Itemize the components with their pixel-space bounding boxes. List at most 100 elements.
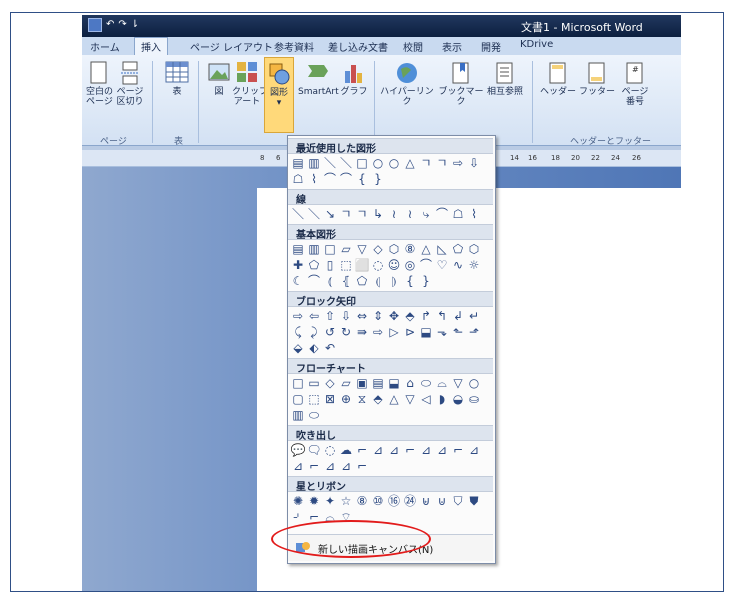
shape-icon[interactable]: ✹ (306, 493, 322, 509)
shape-icon[interactable]: ↘ (322, 206, 338, 222)
shape-icon[interactable]: ○ (370, 155, 386, 171)
shape-icon[interactable]: ⬭ (418, 375, 434, 391)
shape-icon[interactable]: ⌓ (322, 509, 338, 525)
shape-icon[interactable]: ↳ (370, 206, 386, 222)
save-icon[interactable] (88, 18, 102, 32)
shape-icon[interactable]: ☾ (290, 273, 306, 289)
shape-icon[interactable]: ○ (466, 375, 482, 391)
shape-icon[interactable]: ◌ (370, 257, 386, 273)
shape-icon[interactable]: ⬓ (386, 375, 402, 391)
shape-icon[interactable]: ⦈ (386, 273, 402, 289)
shape-icon[interactable]: ⇧ (322, 308, 338, 324)
shape-icon[interactable]: ⬠ (450, 241, 466, 257)
shape-icon[interactable]: ▣ (354, 375, 370, 391)
shape-icon[interactable]: ∿ (450, 257, 466, 273)
shape-icon[interactable]: ▢ (290, 391, 306, 407)
shape-icon[interactable]: ▱ (338, 375, 354, 391)
shape-icon[interactable]: ⌔ (338, 509, 354, 525)
shape-icon[interactable]: ▽ (354, 241, 370, 257)
shapes-button[interactable]: 図形 ▾ (264, 57, 294, 133)
clipart-button[interactable]: クリップ アート (232, 61, 268, 107)
shape-icon[interactable]: △ (402, 155, 418, 171)
shape-icon[interactable]: { (354, 171, 370, 187)
shape-icon[interactable]: ✥ (386, 308, 402, 324)
shape-icon[interactable]: ⇨ (370, 324, 386, 340)
shape-icon[interactable]: ♡ (434, 257, 450, 273)
shape-icon[interactable]: ⌏ (290, 509, 306, 525)
shape-icon[interactable]: ⇛ (354, 324, 370, 340)
shape-icon[interactable]: ⬓ (418, 324, 434, 340)
page-break-button[interactable]: ページ 区切り (116, 61, 144, 107)
shape-icon[interactable]: ⬭ (306, 407, 322, 423)
shape-icon[interactable]: ⊌ (418, 493, 434, 509)
shape-icon[interactable]: ㄱ (338, 206, 354, 222)
shape-icon[interactable]: ○ (386, 155, 402, 171)
shape-icon[interactable]: ▥ (306, 155, 322, 171)
shape-icon[interactable]: ⦅ (322, 273, 338, 289)
shape-icon[interactable]: ☆ (338, 493, 354, 509)
shape-icon[interactable]: ✦ (322, 493, 338, 509)
shape-icon[interactable]: ⊿ (434, 442, 450, 458)
shape-icon[interactable]: ▤ (290, 155, 306, 171)
shape-icon[interactable]: ≀ (386, 206, 402, 222)
shape-icon[interactable]: ⬑ (450, 324, 466, 340)
shape-icon[interactable]: ◎ (402, 257, 418, 273)
shape-icon[interactable]: ⊿ (322, 458, 338, 474)
shape-icon[interactable]: △ (418, 241, 434, 257)
tab-review[interactable]: 校閲 (403, 39, 423, 54)
shape-icon[interactable]: ▷ (386, 324, 402, 340)
shape-icon[interactable]: ▽ (402, 391, 418, 407)
shape-icon[interactable]: ⤹ (290, 324, 306, 340)
shape-icon[interactable]: ⬡ (386, 241, 402, 257)
shape-icon[interactable]: ◗ (434, 391, 450, 407)
shape-icon[interactable]: ▱ (338, 241, 354, 257)
shape-icon[interactable]: ㄱ (434, 155, 450, 171)
shape-icon[interactable]: ⬚ (338, 257, 354, 273)
shape-icon[interactable]: ⌒ (434, 206, 450, 222)
shape-icon[interactable]: ⑧ (402, 241, 418, 257)
hyperlink-button[interactable]: ハイパーリンク (378, 61, 436, 107)
shape-icon[interactable]: 💬 (290, 442, 306, 458)
shape-icon[interactable]: ⌒ (338, 171, 354, 187)
shape-icon[interactable]: ◁ (418, 391, 434, 407)
customize-icon[interactable]: ⇂ (131, 18, 139, 32)
shape-icon[interactable]: ＼ (290, 206, 306, 222)
shape-icon[interactable]: ◌ (322, 442, 338, 458)
shape-icon[interactable]: ↵ (466, 308, 482, 324)
shape-icon[interactable]: ⌐ (402, 442, 418, 458)
shape-icon[interactable]: ⬠ (306, 257, 322, 273)
tab-home[interactable]: ホーム (90, 39, 120, 54)
shape-icon[interactable]: ⦃ (338, 273, 354, 289)
shape-icon[interactable]: ⊿ (386, 442, 402, 458)
shape-icon[interactable]: ⊿ (418, 442, 434, 458)
tab-kdrive[interactable]: KDrive (520, 39, 553, 50)
shape-icon[interactable]: 🗨 (306, 442, 322, 458)
shape-icon[interactable]: } (418, 273, 434, 289)
shape-icon[interactable]: ◺ (434, 241, 450, 257)
shape-icon[interactable]: ↻ (338, 324, 354, 340)
shape-icon[interactable]: ▭ (306, 375, 322, 391)
shape-icon[interactable]: ☖ (290, 171, 306, 187)
shape-icon[interactable]: □ (354, 155, 370, 171)
shape-icon[interactable]: ⌒ (418, 257, 434, 273)
shape-icon[interactable]: ⊍ (434, 493, 450, 509)
shape-icon[interactable]: ⬙ (290, 340, 306, 356)
shape-icon[interactable]: { (402, 273, 418, 289)
shape-icon[interactable]: ⬎ (434, 324, 450, 340)
shape-icon[interactable]: ▤ (290, 241, 306, 257)
shape-icon[interactable]: ◒ (450, 391, 466, 407)
crossref-button[interactable]: 相互参照 (484, 61, 526, 97)
shape-icon[interactable]: ⊳ (402, 324, 418, 340)
shape-icon[interactable]: △ (386, 391, 402, 407)
shape-icon[interactable]: ⬜ (354, 257, 370, 273)
shape-icon[interactable]: ⇩ (338, 308, 354, 324)
shape-icon[interactable]: ⌐ (354, 458, 370, 474)
chart-button[interactable]: グラフ (340, 61, 368, 97)
shape-icon[interactable]: ▥ (290, 407, 306, 423)
shape-icon[interactable]: ≀ (402, 206, 418, 222)
shape-icon[interactable]: ⌓ (434, 375, 450, 391)
shape-icon[interactable]: ＼ (306, 206, 322, 222)
shape-icon[interactable]: } (370, 171, 386, 187)
shape-icon[interactable]: ⌐ (306, 509, 322, 525)
footer-button[interactable]: フッター (578, 61, 616, 97)
